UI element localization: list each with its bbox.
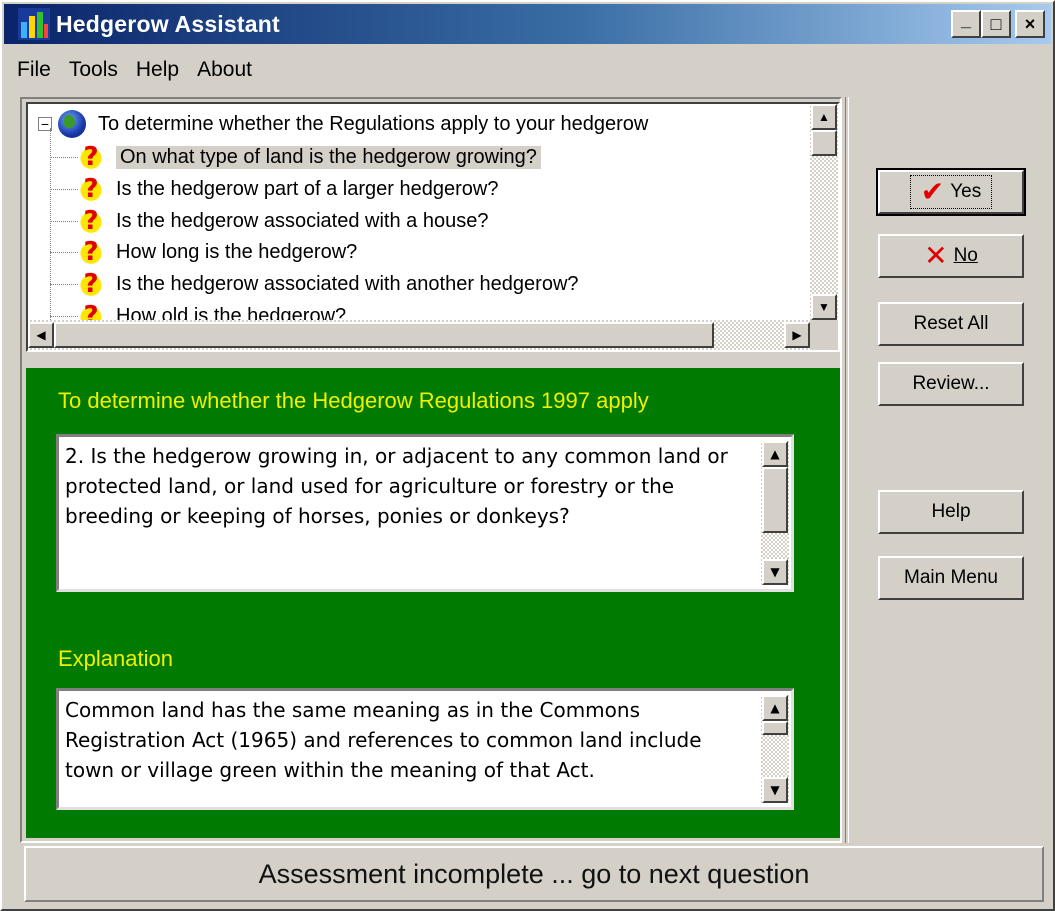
minimize-icon: _ <box>960 9 971 30</box>
help-button-label: Help <box>931 501 971 522</box>
tree-branch <box>50 221 78 222</box>
tree-item-label: On what type of land is the hedgerow gro… <box>116 145 541 169</box>
menu-help[interactable]: Help <box>127 58 188 82</box>
yes-button-focus: ✔ Yes <box>909 175 993 209</box>
tree-connector <box>50 128 51 350</box>
scroll-down-button[interactable]: ▼ <box>811 294 837 320</box>
explanation-scrollbar[interactable]: ▲ ▼ <box>761 695 789 803</box>
reset-all-button[interactable]: Reset All <box>878 302 1024 346</box>
main-menu-button[interactable]: Main Menu <box>878 556 1024 600</box>
title-bar[interactable]: Hedgerow Assistant _ □ × <box>4 4 1051 44</box>
scroll-up-button[interactable]: ▲ <box>762 695 788 721</box>
question-icon: ? <box>80 269 102 299</box>
tree-item-label: Is the hedgerow associated with a house? <box>116 209 489 232</box>
question-icon: ? <box>80 174 102 204</box>
menu-file[interactable]: File <box>8 58 60 82</box>
help-button[interactable]: Help <box>878 490 1024 534</box>
explanation-heading: Explanation <box>58 646 173 671</box>
main-window: Hedgerow Assistant _ □ × File Tools Help… <box>0 0 1055 911</box>
app-icon <box>18 8 50 40</box>
menu-bar: File Tools Help About <box>8 52 261 88</box>
main-menu-button-label: Main Menu <box>904 567 998 588</box>
review-button-label: Review... <box>912 373 990 394</box>
question-icon: ? <box>80 206 102 236</box>
maximize-button[interactable]: □ <box>981 10 1011 38</box>
checkmark-icon: ✔ <box>920 175 945 208</box>
question-icon: ? <box>80 237 102 267</box>
scroll-up-button[interactable]: ▲ <box>811 104 837 130</box>
tree-item-label: Is the hedgerow associated with another … <box>116 272 579 295</box>
yes-button-label: Yes <box>950 181 982 202</box>
minimize-button[interactable]: _ <box>951 10 981 38</box>
tree-item[interactable]: ? Is the hedgerow part of a larger hedge… <box>80 173 498 205</box>
tree-branch <box>50 316 78 317</box>
menu-tools[interactable]: Tools <box>60 58 127 82</box>
close-button[interactable]: × <box>1015 10 1045 38</box>
cross-icon: ✕ <box>924 239 948 272</box>
tree-item[interactable]: ? On what type of land is the hedgerow g… <box>80 141 541 173</box>
window-title: Hedgerow Assistant <box>56 10 280 37</box>
question-panel: To determine whether the Hedgerow Regula… <box>26 368 840 838</box>
scroll-left-button[interactable]: ◀ <box>28 322 54 348</box>
tree-horizontal-scrollbar[interactable]: ◀ ▶ <box>28 320 810 350</box>
scroll-down-button[interactable]: ▼ <box>762 777 788 803</box>
tree-root[interactable]: − To determine whether the Regulations a… <box>38 108 648 140</box>
scroll-thumb[interactable] <box>54 322 714 348</box>
no-button-label: No <box>953 245 978 266</box>
status-bar: Assessment incomplete ... go to next que… <box>24 846 1044 902</box>
tree-vertical-scrollbar[interactable]: ▲ ▼ <box>810 104 838 320</box>
yes-button[interactable]: ✔ Yes <box>876 168 1026 216</box>
question-textbox[interactable]: 2. Is the hedgerow growing in, or adjace… <box>56 434 794 592</box>
tree-branch <box>50 157 78 158</box>
menu-about[interactable]: About <box>188 58 261 82</box>
tree-item[interactable]: ? Is the hedgerow associated with a hous… <box>80 205 488 237</box>
scroll-corner <box>810 320 838 350</box>
tree-item[interactable]: ? Is the hedgerow associated with anothe… <box>80 268 579 300</box>
close-icon: × <box>1024 13 1036 34</box>
globe-icon <box>58 110 86 138</box>
scroll-thumb[interactable] <box>811 130 837 156</box>
tree-branch <box>50 252 78 253</box>
review-button[interactable]: Review... <box>878 362 1024 406</box>
question-text: 2. Is the hedgerow growing in, or adjace… <box>65 444 728 528</box>
scroll-down-button[interactable]: ▼ <box>762 559 788 585</box>
explanation-textbox[interactable]: Common land has the same meaning as in t… <box>56 688 794 810</box>
scroll-right-button[interactable]: ▶ <box>784 322 810 348</box>
scroll-up-button[interactable]: ▲ <box>762 441 788 467</box>
tree-root-label: To determine whether the Regulations app… <box>98 112 649 135</box>
question-icon: ? <box>80 142 102 172</box>
question-tree[interactable]: − To determine whether the Regulations a… <box>26 102 840 352</box>
tree-item-label: How long is the hedgerow? <box>116 240 358 263</box>
reset-all-button-label: Reset All <box>913 313 989 334</box>
maximize-icon: □ <box>990 13 1002 34</box>
tree-item[interactable]: ? How long is the hedgerow? <box>80 236 357 268</box>
question-scrollbar[interactable]: ▲ ▼ <box>761 441 789 585</box>
tree-branch <box>50 189 78 190</box>
scroll-thumb[interactable] <box>762 721 788 735</box>
explanation-text: Common land has the same meaning as in t… <box>65 698 702 782</box>
no-button[interactable]: ✕ No <box>878 234 1024 278</box>
question-heading: To determine whether the Hedgerow Regula… <box>58 388 649 413</box>
scroll-thumb[interactable] <box>762 467 788 533</box>
panel-divider <box>845 97 849 843</box>
tree-branch <box>50 284 78 285</box>
tree-item-label: Is the hedgerow part of a larger hedgero… <box>116 177 499 200</box>
status-text: Assessment incomplete ... go to next que… <box>258 858 810 889</box>
